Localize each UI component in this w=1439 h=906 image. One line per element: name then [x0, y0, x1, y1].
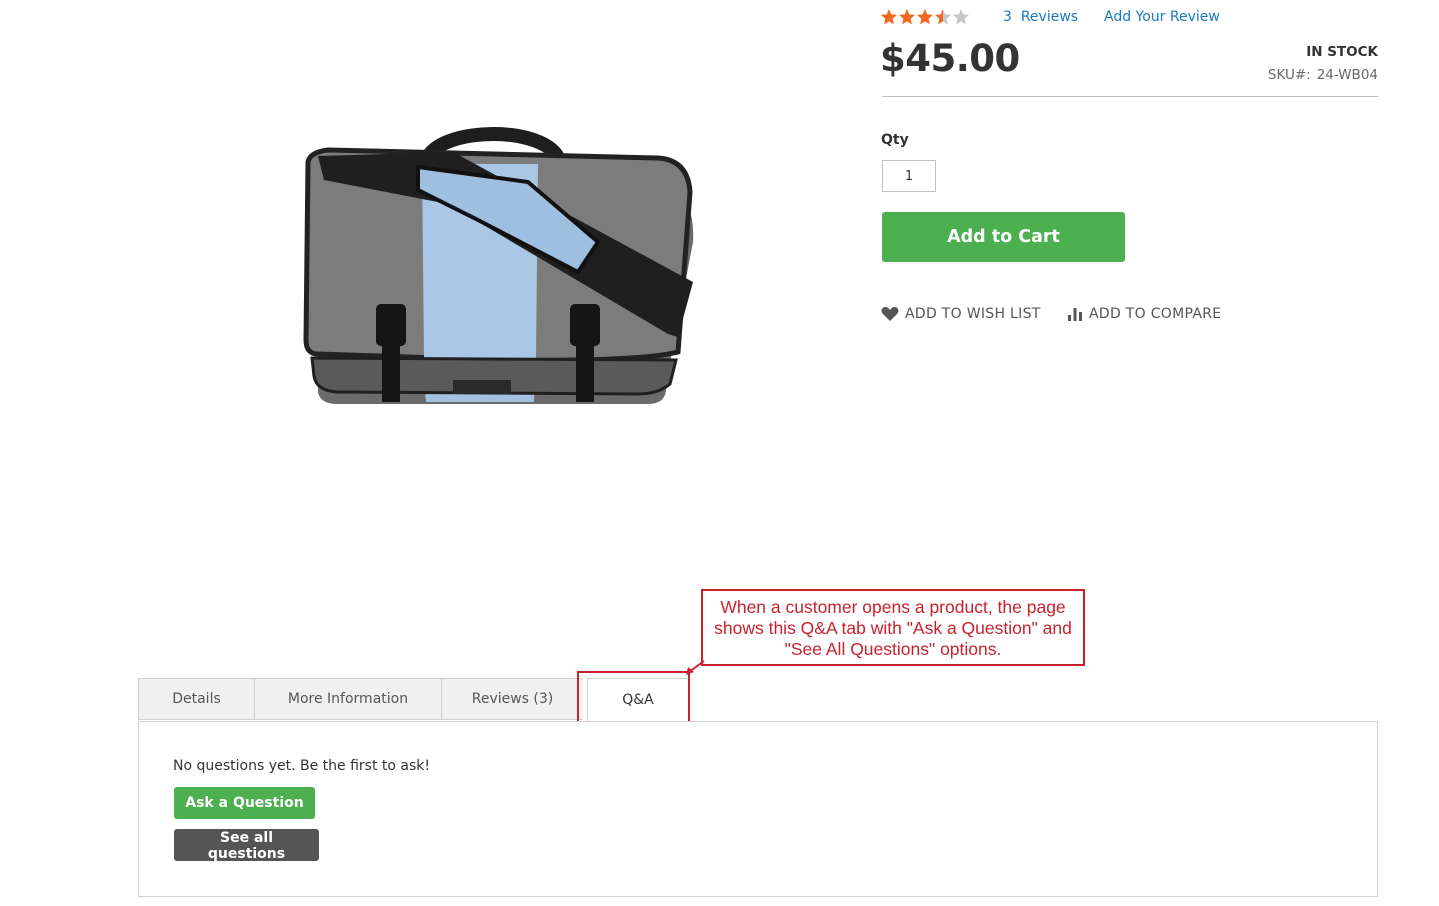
messenger-bag-image: [303, 127, 694, 404]
annotation-callout: When a customer opens a product, the pag…: [701, 589, 1085, 666]
star-icon: [881, 9, 897, 25]
product-sku: SKU#: 24-WB04: [1268, 67, 1378, 83]
qa-empty-text: No questions yet. Be the first to ask!: [173, 758, 431, 774]
product-price: $45.00: [880, 37, 1020, 80]
ask-question-button[interactable]: Ask a Question: [174, 787, 315, 819]
add-to-compare-link[interactable]: ADD TO COMPARE: [1067, 306, 1221, 322]
reviews-count: 3: [1003, 9, 1012, 25]
tab-details[interactable]: Details: [138, 678, 254, 720]
see-all-questions-button[interactable]: See all questions: [174, 829, 319, 862]
tab-reviews[interactable]: Reviews (3): [441, 678, 583, 720]
qa-panel: [138, 721, 1378, 897]
price-divider: [882, 96, 1378, 97]
sku-value: 24-WB04: [1316, 67, 1378, 83]
add-review-link[interactable]: Add Your Review: [1104, 9, 1220, 25]
add-to-cart-button[interactable]: Add to Cart: [882, 212, 1125, 262]
qty-label: Qty: [881, 132, 909, 148]
compare-label: ADD TO COMPARE: [1089, 306, 1222, 322]
sku-label: SKU#:: [1267, 67, 1311, 83]
reviews-link[interactable]: 3 Reviews: [1003, 9, 1078, 25]
rating-stars: [880, 8, 970, 28]
wishlist-label: ADD TO WISH LIST: [905, 306, 1041, 322]
tab-more-information[interactable]: More Information: [254, 678, 441, 720]
reviews-label: Reviews: [1020, 9, 1079, 25]
star-icon: [917, 9, 933, 25]
qty-input[interactable]: [882, 160, 936, 192]
product-image[interactable]: [298, 122, 708, 414]
stock-status: IN STOCK: [1306, 44, 1378, 60]
star-icon: [953, 9, 969, 25]
add-to-wishlist-link[interactable]: ADD TO WISH LIST: [881, 306, 1041, 322]
star-icon: [935, 9, 951, 25]
star-icon: [899, 9, 915, 25]
heart-icon: [881, 307, 899, 321]
compare-bars-icon: [1068, 308, 1082, 321]
